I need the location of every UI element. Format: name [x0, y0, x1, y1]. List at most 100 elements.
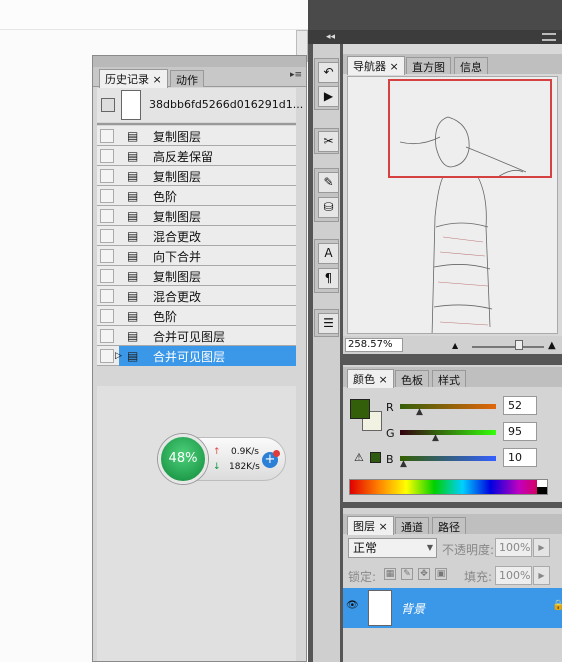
- history-source-checkbox[interactable]: [100, 169, 114, 183]
- history-state-row[interactable]: ▷ ▤ 合并可见图层: [97, 346, 296, 366]
- close-icon[interactable]: ×: [153, 73, 162, 86]
- history-source-checkbox[interactable]: [100, 229, 114, 243]
- opacity-input[interactable]: 100%: [495, 538, 532, 557]
- channel-r-handle[interactable]: ▲: [416, 408, 424, 417]
- eye-icon[interactable]: 👁: [346, 600, 360, 612]
- close-icon[interactable]: ×: [390, 60, 399, 73]
- layers-tabbar: 图层 × 通道 路径: [343, 514, 562, 535]
- history-state-row[interactable]: ▤ 复制图层: [97, 126, 296, 146]
- document-icon: ▤: [127, 249, 139, 263]
- lock-label: 锁定:: [348, 570, 377, 584]
- history-state-row[interactable]: ▤ 复制图层: [97, 206, 296, 226]
- history-source-checkbox[interactable]: [100, 349, 114, 363]
- clone-source-icon[interactable]: ⛁: [318, 197, 339, 218]
- history-panel: 历史记录 × 动作 ▸≡ 38dbb6fd5266d016291d1... ▤ 复…: [92, 55, 307, 662]
- history-state-row[interactable]: ▤ 复制图层: [97, 266, 296, 286]
- blend-mode-select[interactable]: 正常 ▼: [348, 538, 437, 558]
- tab-color[interactable]: 颜色 ×: [347, 369, 394, 388]
- history-state-marker-icon[interactable]: ▷: [115, 351, 122, 361]
- tab-paths[interactable]: 路径: [432, 517, 466, 534]
- collapse-dock-icon[interactable]: ◂◂: [326, 30, 335, 44]
- tab-histogram[interactable]: 直方图: [406, 57, 451, 74]
- document-icon: ▤: [127, 209, 139, 223]
- paragraph-icon[interactable]: ¶: [318, 268, 339, 289]
- history-state-row[interactable]: ▤ 复制图层: [97, 166, 296, 186]
- navigator-view-box[interactable]: [388, 79, 552, 178]
- tab-layers[interactable]: 图层 ×: [347, 516, 394, 535]
- channel-g-value[interactable]: 95: [503, 422, 537, 441]
- document-icon: ▤: [127, 229, 139, 243]
- tab-actions[interactable]: 动作: [170, 70, 204, 87]
- zoom-input[interactable]: 258.57%: [345, 338, 403, 352]
- brushes-icon[interactable]: ✎: [318, 172, 339, 193]
- layers-panel: 图层 × 通道 路径: [343, 508, 562, 662]
- history-source-checkbox[interactable]: [100, 149, 114, 163]
- notes-icon[interactable]: ☰: [318, 313, 339, 334]
- tab-channels[interactable]: 通道: [395, 517, 429, 534]
- snapshot-name: 38dbb6fd5266d016291d1...: [149, 98, 304, 111]
- document-icon: ▤: [127, 349, 139, 363]
- history-state-label: 高反差保留: [153, 150, 214, 164]
- fill-input[interactable]: 100%: [495, 566, 532, 585]
- channel-b-value[interactable]: 10: [503, 448, 537, 467]
- history-state-row[interactable]: ▤ 混合更改: [97, 226, 296, 246]
- tab-navigator[interactable]: 导航器 ×: [347, 56, 405, 75]
- tab-styles[interactable]: 样式: [432, 370, 466, 387]
- history-snapshot[interactable]: 38dbb6fd5266d016291d1...: [97, 88, 303, 122]
- lock-all-icon[interactable]: ▣: [435, 568, 447, 580]
- history-source-checkbox[interactable]: [100, 329, 114, 343]
- actions-panel-icon[interactable]: ▶: [318, 86, 339, 107]
- history-source-checkbox[interactable]: [100, 209, 114, 223]
- history-source-checkbox[interactable]: [100, 249, 114, 263]
- foreground-color-swatch[interactable]: [350, 399, 370, 419]
- channel-b-handle[interactable]: ▲: [400, 460, 408, 469]
- tab-info[interactable]: 信息: [454, 57, 488, 74]
- channel-r-slider[interactable]: [400, 404, 496, 409]
- history-source-checkbox[interactable]: [100, 129, 114, 143]
- history-state-row[interactable]: ▤ 色阶: [97, 186, 296, 206]
- fill-dropdown-button[interactable]: ▶: [533, 566, 550, 585]
- channel-r-value[interactable]: 52: [503, 396, 537, 415]
- history-panel-icon[interactable]: ↶: [318, 62, 339, 83]
- lock-transparency-icon[interactable]: ▦: [384, 568, 396, 580]
- history-state-label: 混合更改: [153, 230, 202, 244]
- history-state-row[interactable]: ▤ 混合更改: [97, 286, 296, 306]
- color-spectrum-bar[interactable]: [349, 479, 548, 495]
- history-state-row[interactable]: ▤ 向下合并: [97, 246, 296, 266]
- character-icon[interactable]: A: [318, 243, 339, 264]
- history-source-checkbox[interactable]: [100, 289, 114, 303]
- history-state-row[interactable]: ▤ 合并可见图层: [97, 326, 296, 346]
- document-icon: ▤: [127, 289, 139, 303]
- channel-g-label: G: [386, 427, 395, 440]
- zoom-slider-handle[interactable]: [515, 340, 523, 350]
- black-white-swatch[interactable]: [537, 480, 547, 494]
- zoom-in-icon[interactable]: ▲: [548, 340, 556, 351]
- close-icon[interactable]: ×: [379, 520, 388, 533]
- lock-pixels-icon[interactable]: ✎: [401, 568, 413, 580]
- history-source-checkbox[interactable]: [100, 309, 114, 323]
- gamut-color-swatch[interactable]: [370, 452, 381, 463]
- history-source-checkbox[interactable]: [100, 269, 114, 283]
- history-source-checkbox[interactable]: [100, 189, 114, 203]
- zoom-out-icon[interactable]: ▲: [452, 341, 458, 350]
- channel-g-slider[interactable]: [400, 430, 496, 435]
- channel-g-handle[interactable]: ▲: [432, 434, 440, 443]
- history-state-row[interactable]: ▤ 高反差保留: [97, 146, 296, 166]
- close-icon[interactable]: ×: [379, 373, 388, 386]
- speed-gauge[interactable]: 48%: [158, 434, 208, 484]
- tab-history[interactable]: 历史记录 ×: [99, 69, 168, 88]
- panel-menu-icon[interactable]: ▸≡: [290, 70, 302, 80]
- opacity-dropdown-button[interactable]: ▶: [533, 538, 550, 557]
- channel-b-slider[interactable]: [400, 456, 496, 461]
- tab-swatches[interactable]: 色板: [395, 370, 429, 387]
- dock-menu-icon[interactable]: [542, 33, 556, 41]
- zoom-slider[interactable]: [472, 346, 544, 348]
- tools-icon[interactable]: ✂: [318, 131, 339, 152]
- gamut-warning-icon[interactable]: ⚠: [354, 451, 364, 464]
- history-brush-icon[interactable]: [101, 98, 115, 112]
- history-state-row[interactable]: ▤ 色阶: [97, 306, 296, 326]
- layer-name[interactable]: 背景: [401, 600, 425, 617]
- lock-position-icon[interactable]: ✥: [418, 568, 430, 580]
- history-state-label: 色阶: [153, 310, 178, 324]
- layer-thumbnail: [368, 590, 392, 626]
